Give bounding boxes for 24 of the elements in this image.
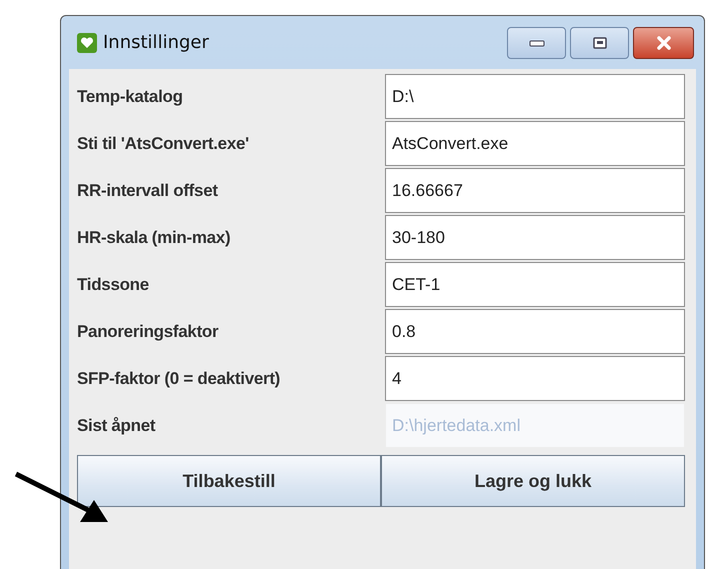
input-field[interactable]: AtsConvert.exe (385, 121, 685, 166)
input-field[interactable]: 30-180 (385, 215, 685, 260)
close-icon (656, 36, 672, 50)
close-button[interactable] (633, 26, 694, 58)
maximize-button[interactable] (570, 26, 629, 58)
input-field[interactable]: 4 (385, 356, 685, 401)
window-title: Innstillinger (103, 32, 209, 53)
setting-label: Tidssone (77, 274, 150, 294)
input-field[interactable]: CET-1 (385, 262, 685, 307)
minimize-button[interactable] (507, 26, 566, 58)
input-field[interactable]: 0.8 (385, 309, 685, 354)
dialog-button[interactable]: Tilbakestill (77, 455, 381, 507)
setting-label: Sti til 'AtsConvert.exe' (77, 134, 250, 154)
setting-label: SFP-faktor (0 = deaktivert) (77, 368, 282, 388)
setting-label: Panoreringsfaktor (77, 322, 220, 342)
input-field[interactable]: 16.66667 (385, 168, 685, 213)
minimize-icon (528, 38, 544, 46)
setting-label: HR-skala (min-max) (77, 228, 232, 248)
setting-label: RR-intervall offset (77, 180, 219, 200)
setting-label: Temp-katalog (77, 86, 184, 106)
dialog-button[interactable]: Lagre og lukk (381, 455, 685, 507)
maximize-icon (592, 36, 606, 48)
input-field[interactable]: D:\ (385, 74, 685, 119)
setting-label: Sist åpnet (77, 416, 156, 436)
